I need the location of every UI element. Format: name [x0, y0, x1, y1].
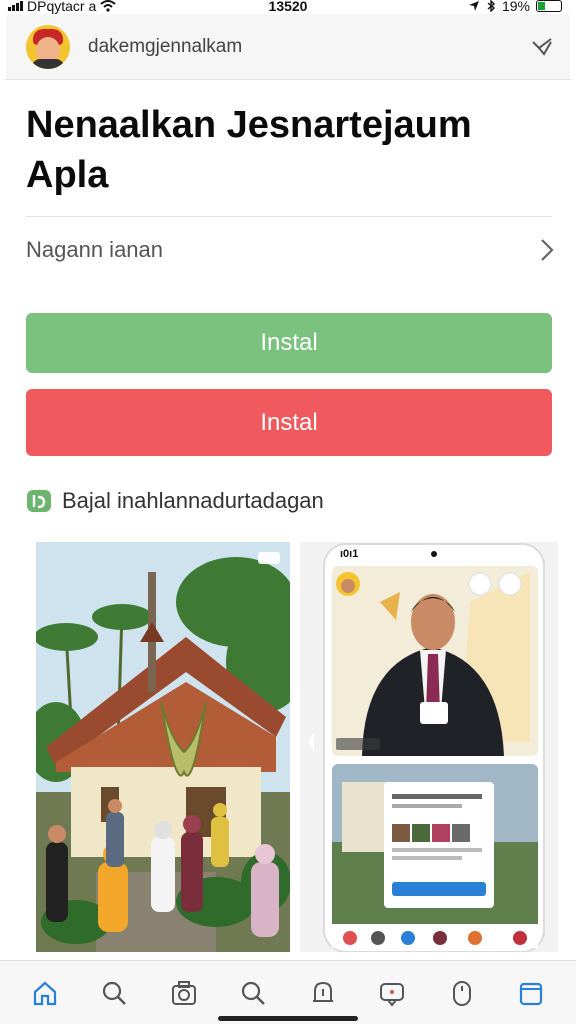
app-header: dakemgjennalkam: [6, 14, 570, 80]
details-row[interactable]: Nagann ianan: [26, 230, 554, 270]
mouse-icon[interactable]: [442, 973, 482, 1013]
home-indicator: [218, 1016, 358, 1021]
section-label: Bajal inahlannadurtadagan: [62, 488, 324, 513]
screenshot-village[interactable]: [36, 542, 290, 952]
screenshot-phone[interactable]: ı0ı1: [300, 542, 558, 952]
window-icon[interactable]: [511, 973, 551, 1013]
phone-mockup: [300, 542, 558, 952]
app-badge-icon: [27, 490, 51, 512]
phone-mock-time: ı0ı1: [340, 548, 359, 560]
battery-icon: [536, 0, 562, 12]
main-content: Nenaalkan Jesnartejaum Apla Nagann ianan…: [6, 80, 570, 960]
chevron-right-icon: [541, 239, 554, 261]
username-label: dakemgjennalkam: [88, 35, 243, 57]
village-photo: [36, 542, 290, 952]
battery-percent: 19%: [501, 0, 530, 14]
search-icon[interactable]: [94, 973, 134, 1013]
notification-icon[interactable]: [303, 973, 343, 1013]
section-header: Bajal inahlannadurtadagan: [26, 488, 324, 514]
bluetooth-icon: [487, 0, 496, 12]
bottom-nav: [0, 960, 576, 1024]
search-icon[interactable]: [233, 973, 273, 1013]
location-icon: [468, 1, 479, 11]
avatar[interactable]: [26, 24, 70, 69]
status-right: 19%: [468, 0, 562, 14]
install-button-secondary[interactable]: Instal: [26, 389, 552, 456]
camera-icon[interactable]: [164, 973, 204, 1013]
page-title: Nenaalkan Jesnartejaum Apla: [26, 104, 472, 196]
install-button-primary[interactable]: Instal: [26, 313, 552, 373]
divider: [26, 216, 552, 217]
message-icon[interactable]: [372, 973, 412, 1013]
home-icon[interactable]: [25, 973, 65, 1013]
status-bar: DPqytacr a 13520 19%: [0, 0, 576, 14]
details-row-label: Nagann ianan: [26, 237, 164, 262]
edit-icon[interactable]: [528, 34, 556, 60]
